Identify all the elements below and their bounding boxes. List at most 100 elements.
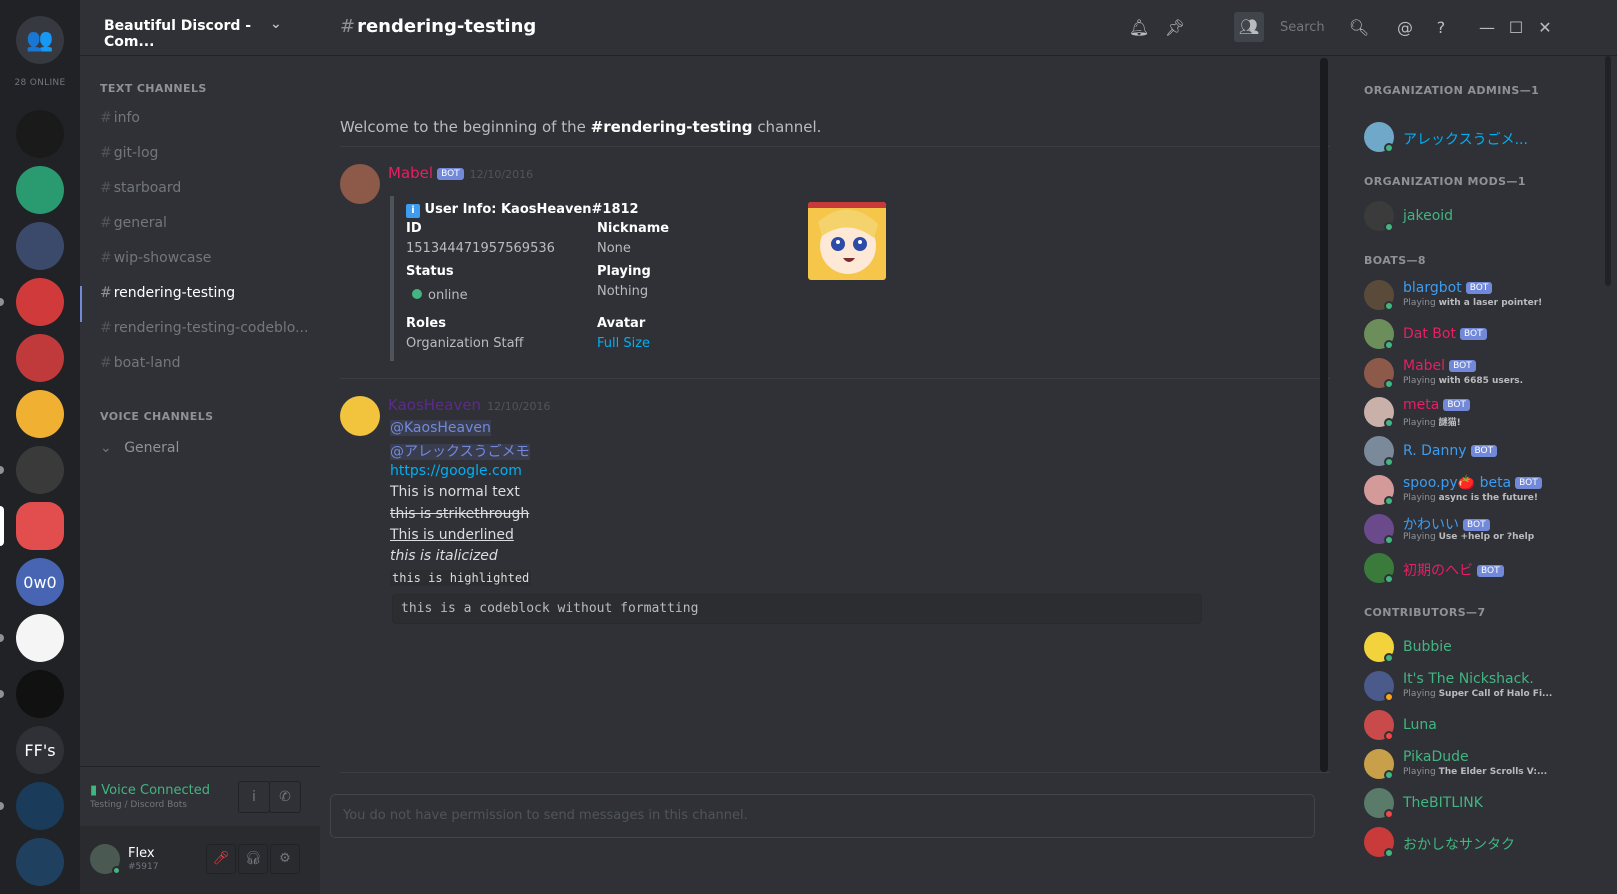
mute-button[interactable]: 🎤︎ (206, 844, 236, 874)
member-activity: Playing Super Call of Halo Fi... (1403, 689, 1593, 699)
member-item[interactable]: おかしなサンタク (1364, 823, 1604, 863)
bot-tag: BOT (1515, 477, 1542, 489)
member-item[interactable]: TheBITLINK (1364, 784, 1604, 824)
unread-indicator (0, 298, 4, 306)
guild-icon[interactable]: 0w0 (16, 558, 64, 606)
member-list-toggle[interactable]: 👥︎ (1234, 12, 1264, 42)
member-group-header: ORGANIZATION MODS—1 (1364, 175, 1526, 188)
scrollbar[interactable] (1605, 56, 1611, 286)
member-item[interactable]: Mabel BOT Playing with 6685 users. (1364, 354, 1604, 394)
close-button[interactable]: ✕ (1534, 18, 1556, 40)
channel-sidebar: Beautiful Discord - Com... ⌄ TEXT CHANNE… (80, 0, 320, 894)
channel-item[interactable]: # rendering-testing (100, 285, 310, 309)
guild-icon[interactable] (16, 334, 64, 382)
member-item[interactable]: meta BOT Playing 謎猫! (1364, 393, 1604, 433)
channel-item[interactable]: # info (100, 110, 310, 134)
mentions-button[interactable]: @ (1394, 18, 1416, 40)
message-link[interactable]: https://google.com (390, 463, 522, 479)
member-item[interactable]: Dat Bot BOT (1364, 315, 1604, 355)
timestamp: 12/10/2016 (469, 168, 534, 181)
bot-tag: BOT (1477, 565, 1504, 577)
member-item[interactable]: R. Danny BOT (1364, 432, 1604, 472)
guild-icon[interactable] (16, 166, 64, 214)
embed-field-value: Nothing (597, 284, 649, 299)
search-button[interactable]: 🔍︎ (1348, 18, 1370, 40)
voice-channel-general[interactable]: ⌄ General (100, 440, 310, 464)
message-header: Mabel BOT 12/10/2016 (388, 164, 533, 182)
server-list: 👥 28 ONLINE 0w0 FF's (0, 0, 80, 894)
server-header[interactable]: Beautiful Discord - Com... ⌄ (80, 0, 320, 56)
channel-item[interactable]: # git-log (100, 145, 310, 169)
channel-item[interactable]: # wip-showcase (100, 250, 310, 274)
user-mention[interactable]: @KaosHeaven (390, 420, 491, 436)
member-name: TheBITLINK (1403, 795, 1483, 811)
member-item[interactable]: PikaDude Playing The Elder Scrolls V:... (1364, 745, 1604, 785)
member-item[interactable]: Bubbie (1364, 628, 1604, 668)
message-author[interactable]: Mabel (388, 164, 433, 182)
member-item[interactable]: Luna (1364, 706, 1604, 746)
user-mention[interactable]: @アレックスうごメモ (390, 444, 530, 460)
member-name: PikaDude (1403, 749, 1469, 765)
scrollbar[interactable] (1320, 58, 1328, 772)
bot-tag: BOT (1459, 328, 1487, 340)
notification-bell-button[interactable]: 🔔︎ (1128, 18, 1150, 40)
status-dot (1384, 222, 1394, 232)
channel-item[interactable]: # rendering-testing-codeblo... (100, 320, 310, 344)
search-input[interactable]: Search (1280, 14, 1410, 42)
member-name: Bubbie (1403, 639, 1452, 655)
info-icon: i (406, 204, 420, 218)
scrollbar-thumb[interactable] (1320, 58, 1328, 772)
member-item[interactable]: spoo.py🍅 beta BOT Playing async is the fut… (1364, 471, 1604, 511)
voice-connection-panel: ▮ Voice Connected Testing / Discord Bots… (80, 766, 320, 826)
voice-channels-header[interactable]: VOICE CHANNELS (100, 410, 213, 423)
friends-home-button[interactable]: 👥 (16, 16, 64, 64)
avatar[interactable] (340, 396, 380, 436)
guild-icon[interactable] (16, 390, 64, 438)
hash-icon: # (100, 250, 112, 266)
guild-icon[interactable] (16, 670, 64, 718)
member-name: 初期のヘビ (1403, 563, 1473, 579)
full-size-link[interactable]: Full Size (597, 336, 650, 351)
status-dot (1384, 418, 1394, 428)
maximize-button[interactable]: ☐ (1505, 18, 1527, 40)
bot-tag: BOT (437, 167, 464, 180)
status-dot (1384, 692, 1394, 702)
guild-icon[interactable] (16, 838, 64, 886)
minimize-button[interactable]: — (1476, 18, 1498, 40)
member-item[interactable]: blargbot BOT Playing with a laser pointer! (1364, 276, 1604, 316)
member-item[interactable]: 初期のヘビ BOT (1364, 549, 1604, 589)
guild-icon[interactable] (16, 782, 64, 830)
message-line: @アレックスうごメモ (390, 441, 530, 461)
help-button[interactable]: ? (1430, 18, 1452, 40)
guild-icon[interactable] (16, 222, 64, 270)
disconnect-button[interactable]: ✆ (269, 781, 301, 813)
deafen-button[interactable]: 🎧︎ (238, 844, 268, 874)
member-item[interactable]: It's The Nickshack. Playing Super Call of… (1364, 667, 1604, 707)
user-settings-button[interactable]: ⚙ (270, 844, 300, 874)
member-item[interactable]: かわいい BOT Playing Use +help or ?help (1364, 510, 1604, 550)
embed-thumbnail[interactable] (808, 202, 886, 280)
text-channels-header[interactable]: TEXT CHANNELS (100, 82, 207, 95)
member-name-row: meta BOT (1403, 397, 1470, 413)
voice-info-button[interactable]: ⅰ (238, 781, 270, 813)
member-item[interactable]: アレックスうごメ... (1364, 118, 1604, 158)
pinned-messages-button[interactable]: 📌︎ (1164, 18, 1186, 40)
guild-icon[interactable] (16, 614, 64, 662)
channel-welcome: Welcome to the beginning of the #renderi… (340, 118, 821, 136)
guild-icon[interactable] (16, 446, 64, 494)
chevron-down-icon: ⌄ (270, 16, 282, 32)
channel-item[interactable]: # boat-land (100, 355, 310, 379)
channel-item[interactable]: # starboard (100, 180, 310, 204)
guild-icon[interactable]: FF's (16, 726, 64, 774)
welcome-channel: #rendering-testing (590, 118, 753, 136)
guild-icon[interactable] (16, 110, 64, 158)
guild-icon[interactable] (16, 278, 64, 326)
channel-item[interactable]: # general (100, 215, 310, 239)
message-input[interactable]: You do not have permission to send messa… (330, 794, 1315, 838)
avatar[interactable] (340, 164, 380, 204)
embed-title: i User Info: KaosHeaven#1812 (406, 202, 639, 218)
message-author[interactable]: KaosHeaven (388, 396, 481, 414)
guild-icon[interactable] (16, 502, 64, 550)
member-item[interactable]: jakeoid (1364, 197, 1604, 237)
activity-game: with 6685 users. (1438, 376, 1524, 386)
